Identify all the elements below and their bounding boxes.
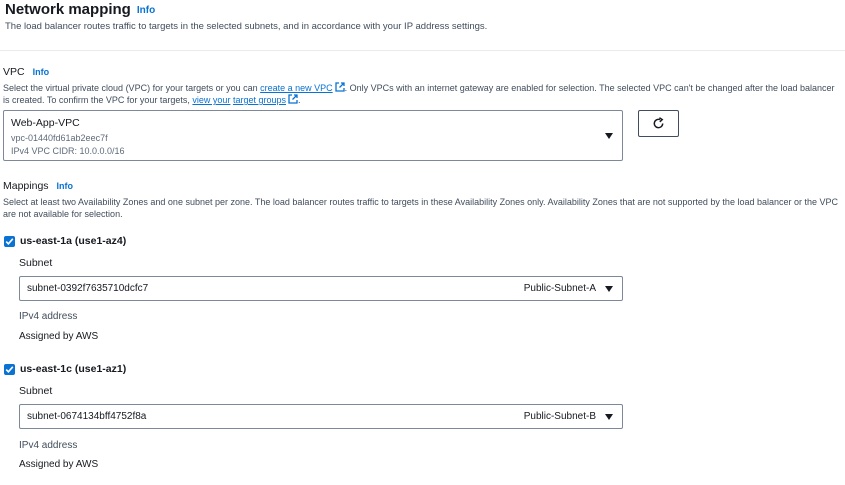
subnet-select[interactable]: subnet-0392f7635710dcfc7 Public-Subnet-A (19, 276, 623, 301)
subnet-name: Public-Subnet-A (523, 283, 596, 294)
external-link-icon[interactable] (335, 82, 345, 92)
target-groups-link[interactable]: target groups (233, 95, 286, 105)
caret-down-icon (605, 286, 613, 292)
vpc-selected-name: Web-App-VPC (11, 117, 80, 129)
vpc-desc-part1: Select the virtual private cloud (VPC) f… (3, 83, 261, 93)
vpc-select[interactable]: Web-App-VPC vpc-01440fd61ab2eec7f IPv4 V… (3, 110, 623, 161)
ipv4-value: Assigned by AWS (19, 331, 99, 342)
caret-down-icon (605, 414, 613, 420)
mappings-label-text: Mappings (3, 180, 49, 192)
az-name: us-east-1a (use1-az4) (20, 235, 127, 247)
title-info-link[interactable]: Info (137, 5, 155, 16)
ipv4-value: Assigned by AWS (19, 459, 99, 470)
section-description: The load balancer routes traffic to targ… (5, 21, 488, 32)
vpc-selected-id: vpc-01440fd61ab2eec7f (11, 133, 108, 143)
checkmark-icon (5, 366, 14, 373)
vpc-selected-cidr: IPv4 VPC CIDR: 10.0.0.0/16 (11, 146, 125, 156)
subnet-label: Subnet (19, 385, 53, 397)
az-checkbox[interactable] (4, 364, 15, 375)
az-checkbox[interactable] (4, 236, 15, 247)
caret-down-icon (605, 133, 613, 139)
section-title-text: Network mapping (5, 1, 131, 18)
subnet-label: Subnet (19, 257, 53, 269)
section-title: Network mapping Info (5, 1, 155, 20)
subnet-select[interactable]: subnet-0674134bff4752f8a Public-Subnet-B (19, 404, 623, 429)
vpc-desc-part3: . (298, 95, 301, 105)
ipv4-label: IPv4 address (19, 440, 78, 451)
section-header: Network mapping Info The load balancer ro… (0, 0, 845, 51)
external-link-icon[interactable] (288, 94, 298, 104)
view-your-link[interactable]: view your (192, 95, 230, 105)
mappings-info-link[interactable]: Info (57, 181, 74, 191)
ipv4-label: IPv4 address (19, 311, 78, 322)
subnet-id: subnet-0392f7635710dcfc7 (27, 283, 149, 294)
vpc-label: VPC Info (3, 66, 49, 79)
create-vpc-link[interactable]: create a new VPC (260, 83, 333, 93)
az-name: us-east-1c (use1-az1) (20, 363, 127, 375)
vpc-label-text: VPC (3, 66, 25, 78)
vpc-description: Select the virtual private cloud (VPC) f… (3, 82, 838, 106)
mappings-description: Select at least two Availability Zones a… (3, 197, 839, 219)
refresh-button[interactable] (638, 110, 679, 137)
subnet-name: Public-Subnet-B (523, 411, 596, 422)
mappings-label: Mappings Info (3, 180, 73, 193)
subnet-id: subnet-0674134bff4752f8a (27, 411, 147, 422)
refresh-icon (653, 117, 664, 129)
vpc-info-link[interactable]: Info (33, 67, 50, 77)
checkmark-icon (5, 238, 14, 245)
